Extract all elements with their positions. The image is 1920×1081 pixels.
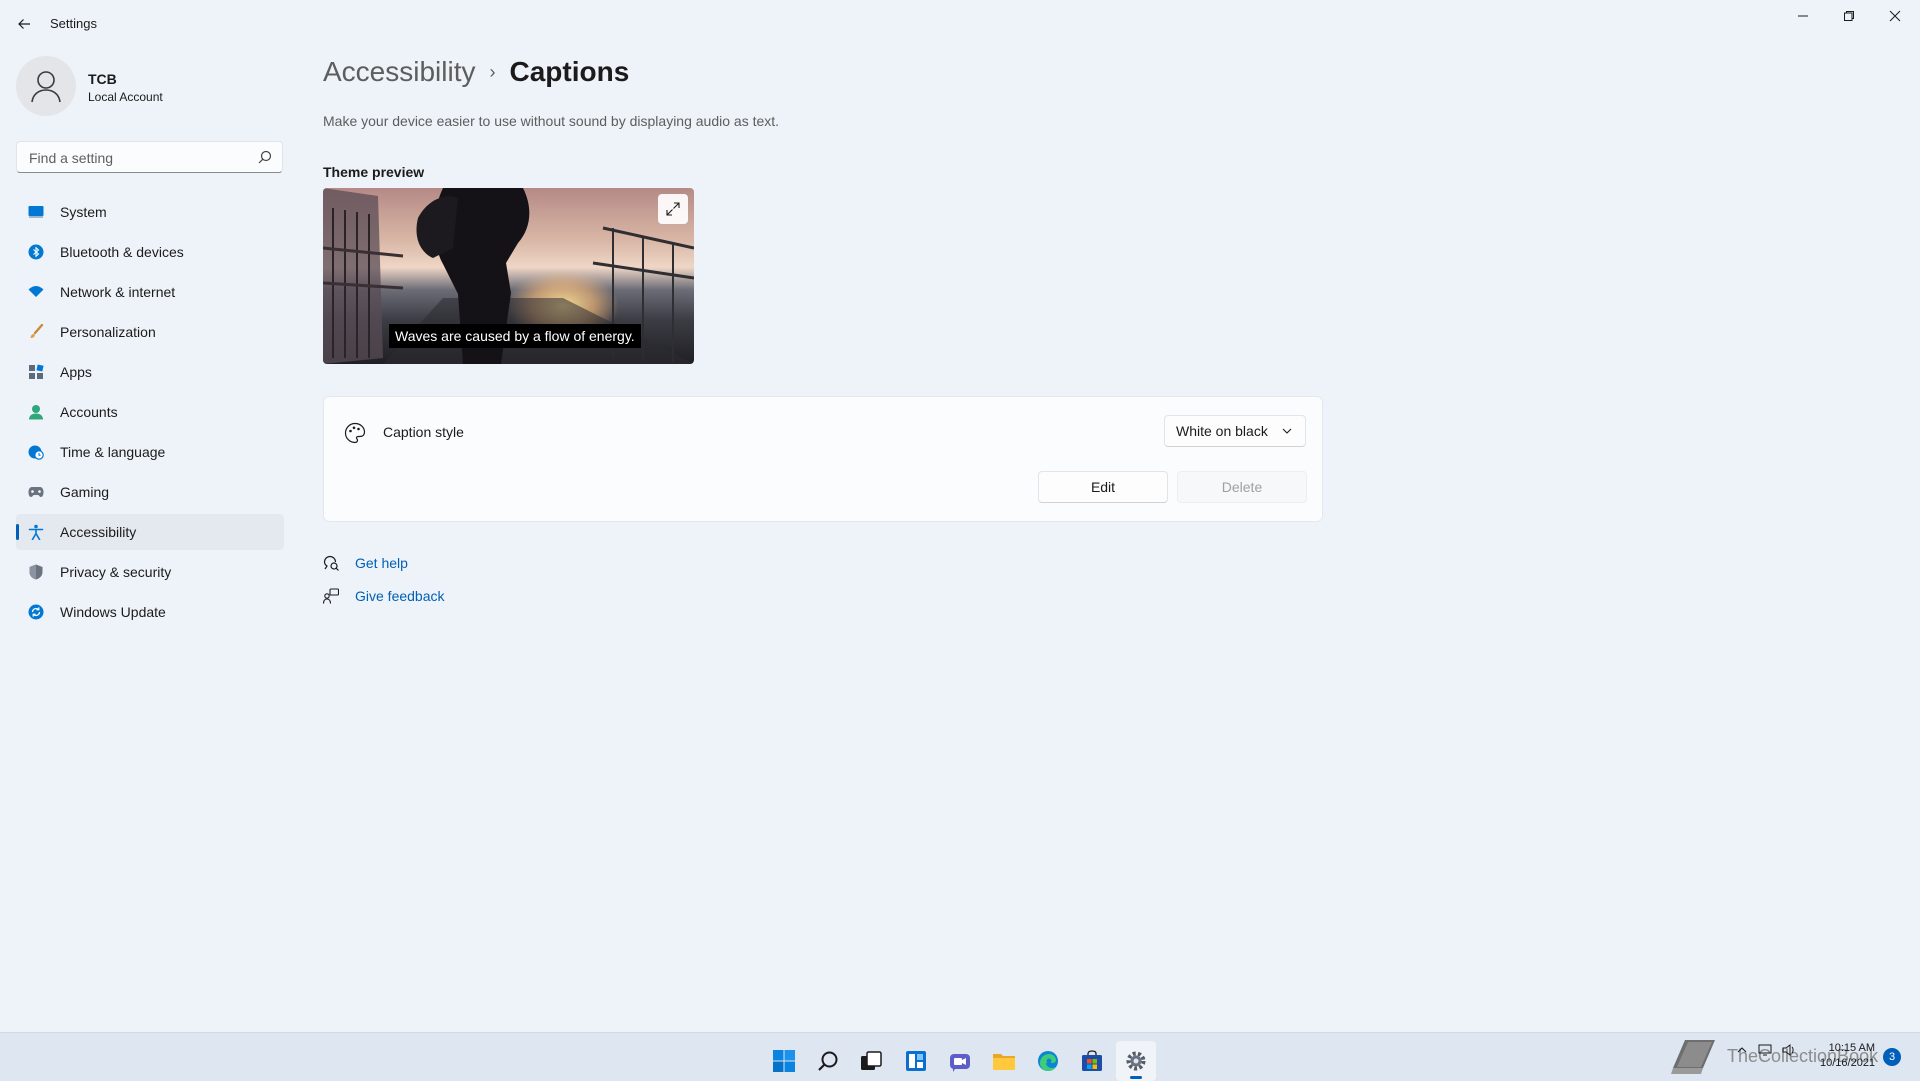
chat-icon[interactable] [940,1041,980,1081]
store-icon[interactable] [1072,1041,1112,1081]
task-view-icon[interactable] [851,1041,891,1081]
shield-icon [28,564,44,580]
globe-clock-icon [28,444,44,460]
sidebar-item-label: Bluetooth & devices [60,244,184,260]
give-feedback-label: Give feedback [355,588,445,604]
get-help-link[interactable]: Get help [323,555,408,571]
expand-icon [666,202,680,216]
page-title: Captions [509,56,630,87]
give-feedback-link[interactable]: Give feedback [323,588,445,604]
system-tray [1736,1044,1796,1056]
help-icon [323,555,339,571]
widgets-icon[interactable] [896,1041,936,1081]
sidebar-item-label: Windows Update [60,604,166,620]
monitor-icon[interactable] [1758,1044,1772,1056]
search-icon[interactable] [808,1041,848,1081]
user-icon [31,71,61,103]
clock[interactable]: 10:15 AM 10/16/2021 [1820,1041,1875,1071]
caption-style-card: Caption style White on black Edit Delete [323,396,1323,522]
sidebar-item-accessibility[interactable]: Accessibility [16,514,284,550]
preview-caption: Waves are caused by a flow of energy. [389,324,641,348]
delete-button[interactable]: Delete [1177,471,1307,503]
page-description: Make your device easier to use without s… [323,113,780,129]
sidebar-item-time-language[interactable]: Time & language [16,434,284,470]
apps-icon [28,364,44,380]
theme-preview-image: Waves are caused by a flow of energy. [323,188,694,364]
minimize-icon [1798,15,1808,17]
title-bar: Settings [0,0,1920,48]
breadcrumb-separator: › [489,61,496,82]
restore-button[interactable] [1826,0,1872,32]
clock-time: 10:15 AM [1828,1042,1876,1054]
caption-style-dropdown[interactable]: White on black [1164,415,1306,447]
sidebar-item-personalization[interactable]: Personalization [16,314,284,350]
sidebar-item-label: Privacy & security [60,564,172,580]
edge-icon[interactable] [1028,1041,1068,1081]
sidebar-item-apps[interactable]: Apps [16,354,284,390]
caption-style-label: Caption style [383,424,464,440]
taskbar [0,1032,1920,1081]
chevron-up-icon[interactable] [1736,1044,1748,1056]
chevron-down-icon [1282,428,1292,434]
sidebar-item-privacy-security[interactable]: Privacy & security [16,554,284,590]
breadcrumb: Accessibility › Captions [323,56,629,88]
sidebar-item-label: Personalization [60,324,156,340]
sidebar-item-label: Gaming [60,484,110,500]
search-input[interactable] [27,142,251,174]
breadcrumb-parent-link[interactable]: Accessibility [323,56,475,88]
avatar[interactable] [16,56,76,116]
edit-button[interactable]: Edit [1038,471,1168,503]
notification-badge[interactable]: 3 [1883,1048,1901,1066]
user-name: TCB [88,71,117,87]
get-help-label: Get help [355,555,408,571]
sidebar-nav: System Bluetooth & devices Network & int… [16,194,284,634]
app-title: Settings [50,16,97,31]
settings-icon[interactable] [1116,1041,1156,1081]
system-icon [28,204,44,220]
expand-preview-button[interactable] [658,194,688,224]
sidebar-item-label: Accessibility [60,524,137,540]
close-icon [1889,10,1901,22]
sidebar-item-label: Time & language [60,444,166,460]
back-button[interactable] [10,10,38,38]
sidebar-item-system[interactable]: System [16,194,284,230]
palette-icon [344,422,366,444]
sidebar-item-network[interactable]: Network & internet [16,274,284,310]
minimize-button[interactable] [1780,0,1826,32]
windows-start-icon[interactable] [764,1041,804,1081]
account-type: Local Account [88,90,163,104]
preview-label: Theme preview [323,164,425,180]
sidebar-item-windows-update[interactable]: Windows Update [16,594,284,630]
sidebar-item-accounts[interactable]: Accounts [16,394,284,430]
brush-icon [28,324,44,340]
clock-date: 10/16/2021 [1820,1057,1876,1069]
book-icon [1671,1040,1715,1074]
search-icon[interactable] [258,150,272,164]
person-icon [28,404,44,420]
search-box [16,141,283,174]
update-icon [28,604,44,620]
bluetooth-icon [28,244,44,260]
back-arrow-icon [18,19,30,29]
restore-icon [1844,11,1854,21]
feedback-icon [323,588,339,604]
sidebar-item-label: Accounts [60,404,118,420]
sidebar-item-label: System [60,204,107,220]
sidebar-item-gaming[interactable]: Gaming [16,474,284,510]
dropdown-selected-value: White on black [1176,423,1268,439]
sidebar-item-bluetooth[interactable]: Bluetooth & devices [16,234,284,270]
sidebar-item-label: Network & internet [60,284,176,300]
wifi-icon [28,284,44,300]
controller-icon [28,484,44,500]
volume-icon[interactable] [1782,1044,1796,1056]
close-button[interactable] [1872,0,1918,32]
file-explorer-icon[interactable] [984,1041,1024,1081]
accessibility-icon [28,524,44,540]
sidebar-item-label: Apps [60,364,92,380]
